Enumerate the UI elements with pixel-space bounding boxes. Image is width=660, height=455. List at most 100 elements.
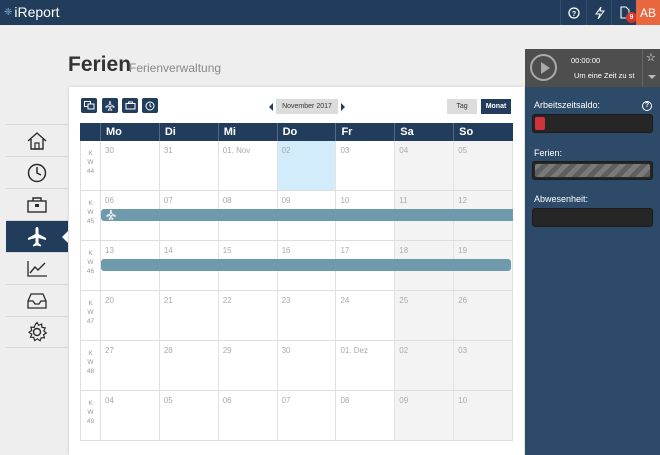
calendar-day-cell[interactable]: 29 — [219, 341, 278, 390]
notifications-button[interactable]: 9 — [611, 0, 637, 25]
vacation-filter-button[interactable] — [102, 98, 118, 113]
nav-item-time[interactable] — [6, 156, 68, 188]
nav-item-home[interactable] — [6, 124, 68, 156]
weekday-header: Di — [160, 123, 219, 141]
play-icon[interactable] — [530, 54, 557, 81]
timer-time: 00:00:00 — [571, 56, 601, 65]
day-number: 17 — [340, 246, 350, 255]
vacation-bar-fill — [535, 164, 650, 177]
day-number: 25 — [399, 296, 409, 305]
chevron-down-icon[interactable] — [648, 75, 656, 79]
calendar-day-cell[interactable]: 31 — [160, 141, 219, 190]
help-icon: ? — [567, 6, 580, 19]
prev-month-icon[interactable] — [269, 102, 273, 111]
calendar-day-cell[interactable]: 06 — [219, 391, 278, 440]
day-number: 14 — [163, 246, 173, 255]
calendar-day-cell[interactable]: 09 — [395, 391, 455, 440]
calendar-day-cell[interactable]: 26 — [454, 291, 514, 340]
weekday-header: Sa — [395, 123, 455, 141]
weekday-header: Fr — [336, 123, 396, 141]
week-number: K W 47 — [80, 291, 101, 340]
day-view-button[interactable]: Tag — [447, 99, 477, 114]
calendar-week-row: K W 49 04 05 06 07 08 09 10 — [80, 391, 514, 441]
nav-item-inbox[interactable] — [6, 284, 68, 316]
day-number: 22 — [222, 296, 232, 305]
calendar-card: November 2017 Tag Monat Mo Di Mi Do Fr S… — [69, 87, 524, 455]
logo[interactable]: ❈ iReport — [4, 4, 60, 21]
calendar-day-cell[interactable]: 07 — [278, 391, 337, 440]
avatar[interactable]: AB — [636, 0, 660, 25]
day-number: 13 — [105, 246, 114, 255]
list-view-button[interactable] — [81, 98, 97, 113]
week-number-value: 48 — [86, 368, 95, 375]
chart-icon — [27, 260, 47, 277]
month-label[interactable]: November 2017 — [276, 99, 338, 114]
calendar-day-cell[interactable]: 21 — [160, 291, 219, 340]
calendar-day-cell[interactable]: 04 — [395, 141, 455, 190]
week-number: K W 49 — [80, 391, 101, 440]
calendar-week-row: K W 46 13 14 15 16 17 18 19 — [80, 241, 514, 291]
calendar-day-cell[interactable]: 30 — [101, 141, 160, 190]
lightning-icon — [594, 6, 605, 19]
vacation-event-bar[interactable] — [101, 259, 511, 271]
day-number: 19 — [458, 246, 468, 255]
timer-description[interactable]: Um eine Zeit zu st — [574, 71, 637, 80]
calendar-day-cell[interactable]: 23 — [278, 291, 337, 340]
day-number: 07 — [163, 196, 173, 205]
day-number: 18 — [399, 246, 409, 255]
month-navigator: November 2017 — [269, 99, 345, 114]
vacation-event-bar[interactable] — [101, 209, 513, 221]
flash-button[interactable] — [586, 0, 612, 25]
help-button[interactable]: ? — [560, 0, 586, 25]
saldo-bar-fill — [535, 117, 545, 130]
star-icon[interactable]: ☆ — [646, 51, 656, 64]
calendar-day-cell[interactable]: 20 — [101, 291, 160, 340]
calendar-day-cell[interactable]: 03 — [454, 341, 514, 390]
calendar-week-row: K W 45 06 07 08 09 10 11 12 — [80, 191, 514, 241]
weekday-header: Mi — [219, 123, 278, 141]
calendar-day-cell[interactable]: 01. Nov — [219, 141, 278, 190]
calendar-day-cell[interactable]: 02 — [395, 341, 455, 390]
saldo-label: Arbeitszeitsaldo: — [534, 100, 601, 110]
next-month-icon[interactable] — [341, 102, 345, 111]
calendar-grid: Mo Di Mi Do Fr Sa So K W 44 30 31 01. Nov 02 03… — [80, 123, 514, 441]
calendar-day-cell[interactable]: 10 — [454, 391, 514, 440]
calendar-day-cell[interactable]: 28 — [160, 341, 219, 390]
calendar-day-cell[interactable]: 22 — [219, 291, 278, 340]
calendar-day-cell[interactable]: 25 — [395, 291, 455, 340]
saldo-bar — [532, 114, 653, 133]
sidebar-nav — [6, 124, 68, 348]
calendar-day-cell[interactable]: 08 — [336, 391, 396, 440]
month-view-button[interactable]: Monat — [481, 99, 511, 114]
calendar-week-row: K W 48 27 28 29 30 01. Dez 02 03 — [80, 341, 514, 391]
week-number-value: 49 — [86, 418, 95, 425]
calendar-day-cell[interactable]: 30 — [278, 341, 337, 390]
day-number: 21 — [163, 296, 173, 305]
home-icon — [27, 131, 47, 150]
absence-filter-button[interactable] — [122, 98, 138, 113]
nav-item-settings[interactable] — [6, 316, 68, 348]
inbox-icon — [27, 292, 47, 309]
calendar-day-cell[interactable]: 27 — [101, 341, 160, 390]
day-number: 30 — [105, 146, 114, 155]
calendar-day-cell[interactable]: 05 — [454, 141, 514, 190]
day-number: 07 — [281, 396, 291, 405]
nav-item-reports[interactable] — [6, 252, 68, 284]
calendar-day-cell[interactable]: 01. Dez — [336, 341, 396, 390]
nav-item-vacation[interactable] — [6, 220, 68, 252]
day-number: 11 — [399, 196, 408, 205]
calendar-day-cell[interactable]: 04 — [101, 391, 160, 440]
day-number: 27 — [105, 346, 114, 355]
time-filter-button[interactable] — [142, 98, 158, 113]
absence-bar — [532, 208, 653, 227]
calendar-day-cell[interactable]: 05 — [160, 391, 219, 440]
timer-widget: 00:00:00 Um eine Zeit zu st ☆ — [525, 49, 660, 87]
calendar-day-cell[interactable]: 02 — [277, 141, 337, 190]
calendar-day-cell[interactable]: 03 — [336, 141, 396, 190]
logo-text: iReport — [14, 4, 60, 20]
help-icon[interactable]: ? — [642, 101, 652, 111]
page-subtitle: Ferienverwaltung — [129, 61, 222, 75]
nav-item-projects[interactable] — [6, 188, 68, 220]
calendar-day-cell[interactable]: 24 — [336, 291, 396, 340]
day-number: 05 — [163, 396, 173, 405]
